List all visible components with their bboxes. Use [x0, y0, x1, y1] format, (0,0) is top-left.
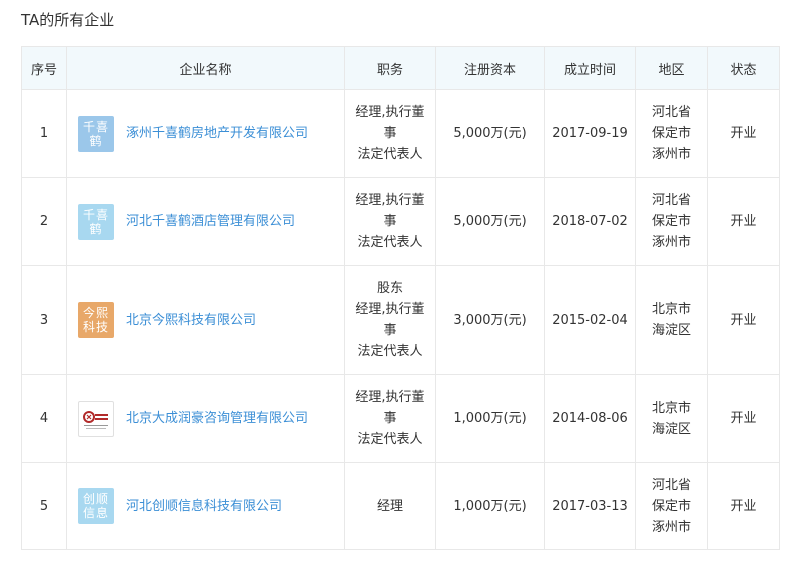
company-logo[interactable]: 创顺信息: [78, 488, 114, 524]
position-line: 经理,执行董: [355, 105, 425, 120]
row-index: 4: [21, 374, 67, 463]
company-logo[interactable]: [78, 400, 114, 437]
row-index: 5: [21, 462, 67, 550]
company-cell: 千喜鹤 涿州千喜鹤房地产开发有限公司: [66, 89, 345, 178]
position-cell: 经理: [344, 462, 436, 550]
position-line: 事: [383, 323, 397, 338]
table-row: 4 北京大成润豪咨询管理有限公司 经理,执行董 事 法定代表人 1,000万(元…: [21, 374, 780, 463]
capital-cell: 3,000万(元): [435, 265, 545, 375]
position-line: 法定代表人: [357, 235, 423, 250]
region-line: 涿州市: [651, 519, 691, 535]
region-cell: 河北省 保定市 涿州市: [635, 89, 708, 178]
capital-cell: 1,000万(元): [435, 462, 545, 550]
table-header-row: 序号 企业名称 职务 注册资本 成立时间 地区 状态: [21, 46, 780, 90]
company-cell: 千喜鹤 河北千喜鹤酒店管理有限公司: [66, 177, 345, 266]
region-cell: 北京市 海淀区: [635, 374, 708, 463]
position-line: 股东: [376, 281, 403, 296]
company-logo[interactable]: 今熙科技: [78, 302, 114, 338]
position-line: 经理,执行董: [355, 390, 425, 405]
position-cell: 经理,执行董 事 法定代表人: [344, 177, 436, 266]
region-line: 河北省: [651, 477, 691, 493]
dacheng-logo-icon: [83, 410, 108, 429]
status-cell: 开业: [707, 462, 780, 550]
region-line: 海淀区: [651, 323, 691, 338]
position-line: 法定代表人: [357, 432, 423, 447]
company-cell: 北京大成润豪咨询管理有限公司: [66, 374, 345, 463]
header-region: 地区: [635, 46, 708, 90]
region-line: 北京市: [651, 400, 691, 416]
status-cell: 开业: [707, 374, 780, 463]
position-line: 经理,执行董: [355, 193, 425, 208]
header-registered-capital: 注册资本: [435, 46, 545, 90]
page: TA的所有企业 序号 企业名称 职务 注册资本 成立时间 地区 状态 1 千喜鹤…: [0, 0, 800, 567]
position-cell: 股东 经理,执行董 事 法定代表人: [344, 265, 436, 375]
table-row: 1 千喜鹤 涿州千喜鹤房地产开发有限公司 经理,执行董 事 法定代表人 5,00…: [21, 89, 780, 178]
company-cell: 今熙科技 北京今熙科技有限公司: [66, 265, 345, 375]
region-line: 保定市: [651, 126, 691, 141]
established-cell: 2017-03-13: [544, 462, 636, 550]
region-line: 河北省: [651, 105, 691, 120]
header-status: 状态: [707, 46, 780, 90]
established-cell: 2015-02-04: [544, 265, 636, 375]
row-index: 2: [21, 177, 67, 266]
status-cell: 开业: [707, 177, 780, 266]
established-cell: 2018-07-02: [544, 177, 636, 266]
section-title: TA的所有企业: [21, 11, 115, 29]
row-index: 1: [21, 89, 67, 178]
position-line: 经理: [376, 498, 403, 514]
company-cell: 创顺信息 河北创顺信息科技有限公司: [66, 462, 345, 550]
company-name-link[interactable]: 河北创顺信息科技有限公司: [126, 496, 282, 517]
row-index: 3: [21, 265, 67, 375]
position-line: 法定代表人: [357, 344, 423, 359]
status-cell: 开业: [707, 265, 780, 375]
region-cell: 北京市 海淀区: [635, 265, 708, 375]
region-cell: 河北省 保定市 涿州市: [635, 462, 708, 550]
region-line: 保定市: [651, 498, 691, 514]
position-line: 经理,执行董: [355, 302, 425, 317]
position-line: 法定代表人: [357, 147, 423, 162]
position-line: 事: [383, 126, 397, 141]
company-name-link[interactable]: 涿州千喜鹤房地产开发有限公司: [126, 123, 308, 144]
capital-cell: 5,000万(元): [435, 89, 545, 178]
company-logo[interactable]: 千喜鹤: [78, 115, 114, 152]
table-row: 3 今熙科技 北京今熙科技有限公司 股东 经理,执行董 事 法定代表人 3,00…: [21, 265, 780, 375]
established-cell: 2014-08-06: [544, 374, 636, 463]
table-row: 5 创顺信息 河北创顺信息科技有限公司 经理 1,000万(元) 2017-03…: [21, 462, 780, 550]
region-line: 海淀区: [651, 421, 691, 437]
table-row: 2 千喜鹤 河北千喜鹤酒店管理有限公司 经理,执行董 事 法定代表人 5,000…: [21, 177, 780, 266]
company-logo[interactable]: 千喜鹤: [78, 203, 114, 240]
position-line: 事: [383, 214, 397, 229]
region-cell: 河北省 保定市 涿州市: [635, 177, 708, 266]
company-name-link[interactable]: 河北千喜鹤酒店管理有限公司: [126, 211, 295, 232]
region-line: 保定市: [651, 214, 691, 229]
capital-cell: 1,000万(元): [435, 374, 545, 463]
position-cell: 经理,执行董 事 法定代表人: [344, 374, 436, 463]
established-cell: 2017-09-19: [544, 89, 636, 178]
region-line: 涿州市: [651, 147, 691, 162]
status-cell: 开业: [707, 89, 780, 178]
position-line: 事: [383, 411, 397, 426]
company-name-link[interactable]: 北京今熙科技有限公司: [126, 310, 256, 331]
region-line: 河北省: [651, 193, 691, 208]
companies-table: 序号 企业名称 职务 注册资本 成立时间 地区 状态 1 千喜鹤 涿州千喜鹤房地…: [21, 46, 780, 550]
capital-cell: 5,000万(元): [435, 177, 545, 266]
region-line: 涿州市: [651, 235, 691, 250]
header-company-name: 企业名称: [66, 46, 345, 90]
header-established-date: 成立时间: [544, 46, 636, 90]
company-name-link[interactable]: 北京大成润豪咨询管理有限公司: [126, 408, 308, 429]
header-index: 序号: [21, 46, 67, 90]
header-position: 职务: [344, 46, 436, 90]
position-cell: 经理,执行董 事 法定代表人: [344, 89, 436, 178]
region-line: 北京市: [651, 302, 691, 317]
